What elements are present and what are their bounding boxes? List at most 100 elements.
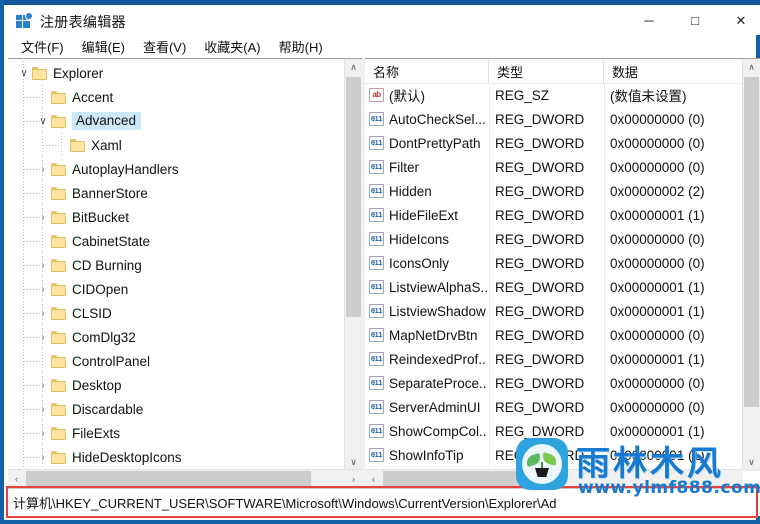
tree-item-accent[interactable]: Accent: [8, 85, 346, 109]
value-type-cell: REG_DWORD: [495, 207, 585, 223]
tree-guide-elbow: [24, 433, 40, 434]
value-row[interactable]: 011 ListviewShadow REG_DWORD 0x00000001 (1): [365, 299, 743, 323]
value-type-cell: REG_SZ: [495, 87, 550, 103]
value-row[interactable]: ab (默认) REG_SZ (数值未设置): [365, 83, 743, 107]
value-row[interactable]: 011 Filter REG_DWORD 0x00000000 (0): [365, 155, 743, 179]
value-name: SeparateProce...: [389, 375, 487, 391]
folder-icon: [51, 282, 66, 296]
value-row[interactable]: 011 SeparateProce... REG_DWORD 0x00000000 (…: [365, 371, 743, 395]
dword-value-icon: 011: [369, 136, 384, 150]
tree-item-cd-burning[interactable]: › CD Burning: [8, 253, 346, 277]
value-row[interactable]: 011 MapNetDrvBtn REG_DWORD 0x00000000 (0): [365, 323, 743, 347]
menu-item-1[interactable]: 编辑(E): [73, 35, 134, 58]
tree-scroll-up-arrow[interactable]: ∧: [345, 59, 362, 76]
tree-item-cabinetstate[interactable]: CabinetState: [8, 229, 346, 253]
tree-guide-elbow: [24, 241, 40, 242]
folder-icon: [51, 114, 66, 128]
value-row[interactable]: 011 ListviewAlphaS... REG_DWORD 0x00000001 …: [365, 275, 743, 299]
tree-item-comdlg32[interactable]: › ComDlg32: [8, 325, 346, 349]
value-name-cell: 011 ReindexedProf...: [369, 347, 487, 371]
menu-item-4[interactable]: 帮助(H): [270, 35, 332, 58]
value-row[interactable]: 011 HideIcons REG_DWORD 0x00000000 (0): [365, 227, 743, 251]
maximize-button[interactable]: □: [672, 5, 718, 35]
tree-guide-elbow: [24, 193, 40, 194]
value-data-cell: 0x00000002 (2): [610, 183, 705, 199]
tree-item-label: CabinetState: [72, 233, 151, 249]
values-scroll-up-arrow[interactable]: ∧: [743, 59, 760, 76]
tree-item-clsid[interactable]: › CLSID: [8, 301, 346, 325]
tree-item-label: ComDlg32: [72, 329, 136, 345]
value-data-cell: 0x00000001 (1): [610, 303, 705, 319]
values-vertical-scrollbar[interactable]: ∧ ∨: [742, 59, 760, 471]
dword-value-icon: 011: [369, 184, 384, 198]
dword-value-icon: 011: [369, 448, 384, 462]
folder-icon: [51, 186, 66, 200]
tree-scroll-left-arrow[interactable]: ‹: [8, 470, 25, 487]
values-scroll-thumb[interactable]: [744, 77, 759, 407]
tree-item-label: HideDesktopIcons: [72, 449, 182, 465]
tree-guide-line: [42, 85, 43, 109]
tree-item-hidedesktopicons[interactable]: › HideDesktopIcons: [8, 445, 346, 469]
tree-item-controlpanel[interactable]: ControlPanel: [8, 349, 346, 373]
tree-item-autoplayhandlers[interactable]: › AutoplayHandlers: [8, 157, 346, 181]
value-name: ServerAdminUI: [389, 399, 481, 415]
value-name: HideFileExt: [389, 207, 459, 223]
tree-guide-elbow: [24, 121, 40, 122]
tree-item-fileexts[interactable]: › FileExts: [8, 421, 346, 445]
tree-guide-line: [42, 157, 43, 181]
values-scroll-left-arrow[interactable]: ‹: [365, 470, 382, 487]
tree-item-desktop[interactable]: › Desktop: [8, 373, 346, 397]
registry-tree: ∨ Explorer Accent ∨Advanced Xaml ›AutoplayHan…: [8, 59, 346, 471]
value-row[interactable]: 011 IconsOnly REG_DWORD 0x00000000 (0): [365, 251, 743, 275]
values-horizontal-scrollbar[interactable]: ‹: [365, 469, 743, 487]
tree-item-label: CIDOpen: [72, 281, 129, 297]
tree-item-advanced[interactable]: ∨Advanced: [8, 109, 346, 133]
column-header-0[interactable]: 名称: [365, 59, 489, 83]
value-type-cell: REG_DWORD: [495, 135, 585, 151]
value-row[interactable]: 011 ShowCompCol... REG_DWORD 0x00000001 (1): [365, 419, 743, 443]
tree-scroll-right-arrow[interactable]: ›: [345, 470, 362, 487]
value-data-cell: 0x00000000 (0): [610, 375, 705, 391]
value-row[interactable]: 011 ShowInfoTip REG_DWORD 0x00000001 (1): [365, 443, 743, 467]
column-header-1[interactable]: 类型: [489, 59, 604, 83]
tree-item-bannerstore[interactable]: BannerStore: [8, 181, 346, 205]
value-name-cell: 011 DontPrettyPath: [369, 131, 487, 155]
column-separator: [604, 323, 605, 347]
menu-item-3[interactable]: 收藏夹(A): [195, 35, 269, 58]
value-row[interactable]: 011 Hidden REG_DWORD 0x00000002 (2): [365, 179, 743, 203]
close-button[interactable]: ✕: [718, 5, 760, 35]
tree-guide-line: [42, 301, 43, 325]
column-separator: [489, 275, 490, 299]
tree-guide-elbow: [43, 145, 59, 146]
values-scroll-down-arrow[interactable]: ∨: [743, 454, 760, 471]
value-row[interactable]: 011 DontPrettyPath REG_DWORD 0x00000000 (0): [365, 131, 743, 155]
tree-guide-line: [42, 229, 43, 253]
tree-horizontal-scrollbar[interactable]: ‹ ›: [8, 469, 362, 487]
tree-hscroll-thumb[interactable]: [26, 471, 311, 486]
menu-item-0[interactable]: 文件(F): [12, 35, 73, 58]
tree-item-xaml[interactable]: Xaml: [8, 133, 346, 157]
tree-scroll-thumb[interactable]: [346, 77, 361, 317]
tree-item-discardable[interactable]: › Discardable: [8, 397, 346, 421]
minimize-button[interactable]: ─: [626, 5, 672, 35]
tree-vertical-scrollbar[interactable]: ∧ ∨: [344, 59, 362, 471]
folder-icon: [51, 162, 66, 176]
tree-guide-elbow: [24, 385, 40, 386]
value-row[interactable]: 011 ReindexedProf... REG_DWORD 0x00000001 (…: [365, 347, 743, 371]
menu-item-2[interactable]: 查看(V): [134, 35, 195, 58]
value-row[interactable]: 011 AutoCheckSel... REG_DWORD 0x00000000 (0…: [365, 107, 743, 131]
value-row[interactable]: 011 ServerAdminUI REG_DWORD 0x00000000 (0): [365, 395, 743, 419]
values-hscroll-thumb[interactable]: [383, 471, 533, 486]
value-row[interactable]: 011 HideFileExt REG_DWORD 0x00000001 (1): [365, 203, 743, 227]
tree-item-cidopen[interactable]: › CIDOpen: [8, 277, 346, 301]
values-column-header: 名称 类型 数据: [365, 59, 743, 84]
column-header-2[interactable]: 数据: [604, 59, 743, 83]
tree-item-explorer[interactable]: ∨ Explorer: [8, 61, 346, 85]
value-name-cell: 011 ShowInfoTip: [369, 443, 487, 467]
tree-item-bitbucket[interactable]: › BitBucket: [8, 205, 346, 229]
folder-icon: [32, 66, 47, 80]
chevron-down-icon[interactable]: ∨: [16, 61, 32, 85]
tree-item-label: ControlPanel: [72, 353, 151, 369]
value-name-cell: 011 ServerAdminUI: [369, 395, 487, 419]
column-separator: [489, 107, 490, 131]
